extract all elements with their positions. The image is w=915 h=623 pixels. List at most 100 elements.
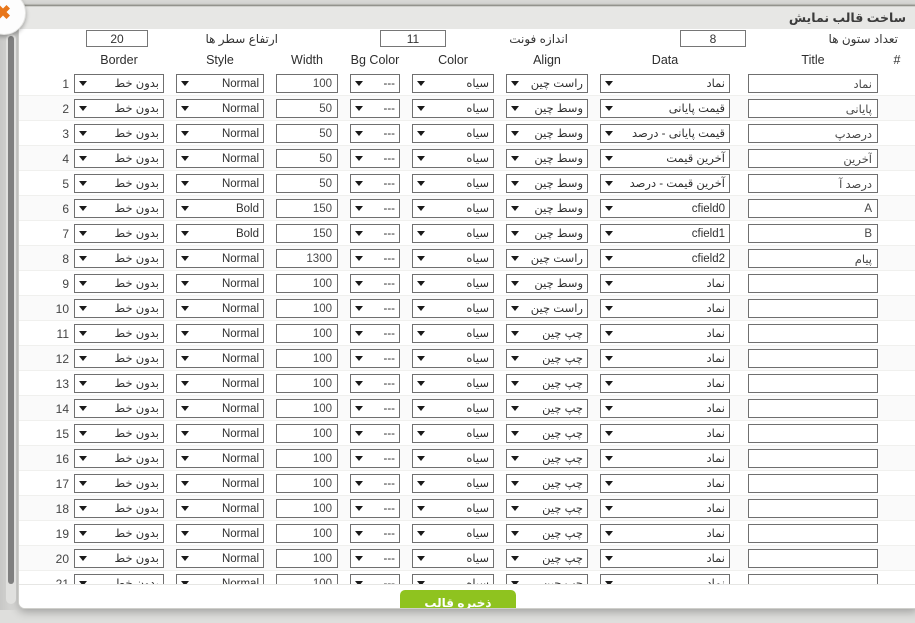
width-input[interactable] — [276, 274, 338, 293]
width-input[interactable] — [276, 349, 338, 368]
color-select[interactable]: سياه — [412, 424, 494, 443]
title-input[interactable] — [748, 324, 878, 343]
style-select[interactable]: Normal — [176, 274, 264, 293]
align-select[interactable]: وسط چین — [506, 274, 588, 293]
border-select[interactable]: بدون خط — [74, 99, 164, 118]
align-select[interactable]: چپ چین — [506, 524, 588, 543]
data-select[interactable]: نماد — [600, 324, 730, 343]
title-input[interactable] — [748, 249, 878, 268]
border-select[interactable]: بدون خط — [74, 174, 164, 193]
color-select[interactable]: سياه — [412, 74, 494, 93]
align-select[interactable]: چپ چین — [506, 499, 588, 518]
save-template-button[interactable]: ذخیره قالب — [400, 590, 516, 608]
width-input[interactable] — [276, 299, 338, 318]
style-select[interactable]: Normal — [176, 299, 264, 318]
title-input[interactable] — [748, 299, 878, 318]
style-select[interactable]: Bold — [176, 199, 264, 218]
title-input[interactable] — [748, 449, 878, 468]
data-select[interactable]: نماد — [600, 374, 730, 393]
align-select[interactable]: چپ چین — [506, 449, 588, 468]
data-select[interactable]: نماد — [600, 274, 730, 293]
color-select[interactable]: سياه — [412, 274, 494, 293]
bgcolor-select[interactable]: --- — [350, 74, 400, 93]
data-select[interactable]: نماد — [600, 474, 730, 493]
bgcolor-select[interactable]: --- — [350, 399, 400, 418]
bgcolor-select[interactable]: --- — [350, 274, 400, 293]
data-select[interactable]: cfield0 — [600, 199, 730, 218]
align-select[interactable]: راست چین — [506, 299, 588, 318]
width-input[interactable] — [276, 124, 338, 143]
width-input[interactable] — [276, 549, 338, 568]
border-select[interactable]: بدون خط — [74, 424, 164, 443]
border-select[interactable]: بدون خط — [74, 274, 164, 293]
data-select[interactable]: cfield1 — [600, 224, 730, 243]
border-select[interactable]: بدون خط — [74, 524, 164, 543]
title-input[interactable] — [748, 399, 878, 418]
data-select[interactable]: نماد — [600, 499, 730, 518]
color-select[interactable]: سياه — [412, 549, 494, 568]
bgcolor-select[interactable]: --- — [350, 99, 400, 118]
width-input[interactable] — [276, 474, 338, 493]
title-input[interactable] — [748, 499, 878, 518]
data-select[interactable]: نماد — [600, 424, 730, 443]
data-select[interactable]: نماد — [600, 349, 730, 368]
bgcolor-select[interactable]: --- — [350, 199, 400, 218]
border-select[interactable]: بدون خط — [74, 549, 164, 568]
bgcolor-select[interactable]: --- — [350, 299, 400, 318]
bgcolor-select[interactable]: --- — [350, 349, 400, 368]
bgcolor-select[interactable]: --- — [350, 374, 400, 393]
border-select[interactable]: بدون خط — [74, 499, 164, 518]
bgcolor-select[interactable]: --- — [350, 249, 400, 268]
title-input[interactable] — [748, 474, 878, 493]
align-select[interactable]: چپ چین — [506, 424, 588, 443]
color-select[interactable]: سياه — [412, 99, 494, 118]
width-input[interactable] — [276, 449, 338, 468]
bgcolor-select[interactable]: --- — [350, 224, 400, 243]
align-select[interactable]: وسط چین — [506, 174, 588, 193]
border-select[interactable]: بدون خط — [74, 449, 164, 468]
width-input[interactable] — [276, 199, 338, 218]
style-select[interactable]: Normal — [176, 424, 264, 443]
border-select[interactable]: بدون خط — [74, 324, 164, 343]
data-select[interactable]: آخرین قیمت - درصد — [600, 174, 730, 193]
width-input[interactable] — [276, 399, 338, 418]
bgcolor-select[interactable]: --- — [350, 174, 400, 193]
width-input[interactable] — [276, 74, 338, 93]
title-input[interactable] — [748, 74, 878, 93]
title-input[interactable] — [748, 149, 878, 168]
data-select[interactable]: نماد — [600, 549, 730, 568]
align-select[interactable]: راست چین — [506, 249, 588, 268]
title-input[interactable] — [748, 224, 878, 243]
title-input[interactable] — [748, 524, 878, 543]
align-select[interactable]: چپ چین — [506, 324, 588, 343]
color-select[interactable]: سياه — [412, 449, 494, 468]
title-input[interactable] — [748, 424, 878, 443]
style-select[interactable]: Normal — [176, 249, 264, 268]
bgcolor-select[interactable]: --- — [350, 449, 400, 468]
align-select[interactable]: وسط چین — [506, 199, 588, 218]
align-select[interactable]: وسط چین — [506, 124, 588, 143]
data-select[interactable]: آخرین قیمت — [600, 149, 730, 168]
width-input[interactable] — [276, 499, 338, 518]
data-select[interactable]: نماد — [600, 299, 730, 318]
style-select[interactable]: Normal — [176, 124, 264, 143]
style-select[interactable]: Normal — [176, 399, 264, 418]
border-select[interactable]: بدون خط — [74, 399, 164, 418]
title-input[interactable] — [748, 99, 878, 118]
color-select[interactable]: سياه — [412, 374, 494, 393]
data-select[interactable]: قیمت پایانی — [600, 99, 730, 118]
border-select[interactable]: بدون خط — [74, 349, 164, 368]
width-input[interactable] — [276, 224, 338, 243]
border-select[interactable]: بدون خط — [74, 124, 164, 143]
bgcolor-select[interactable]: --- — [350, 499, 400, 518]
data-select[interactable]: نماد — [600, 524, 730, 543]
align-select[interactable]: وسط چین — [506, 149, 588, 168]
style-select[interactable]: Normal — [176, 324, 264, 343]
data-select[interactable]: نماد — [600, 74, 730, 93]
style-select[interactable]: Normal — [176, 149, 264, 168]
color-select[interactable]: سياه — [412, 249, 494, 268]
vertical-scrollbar[interactable] — [6, 34, 16, 604]
align-select[interactable]: چپ چین — [506, 549, 588, 568]
color-select[interactable]: سياه — [412, 299, 494, 318]
color-select[interactable]: سياه — [412, 499, 494, 518]
